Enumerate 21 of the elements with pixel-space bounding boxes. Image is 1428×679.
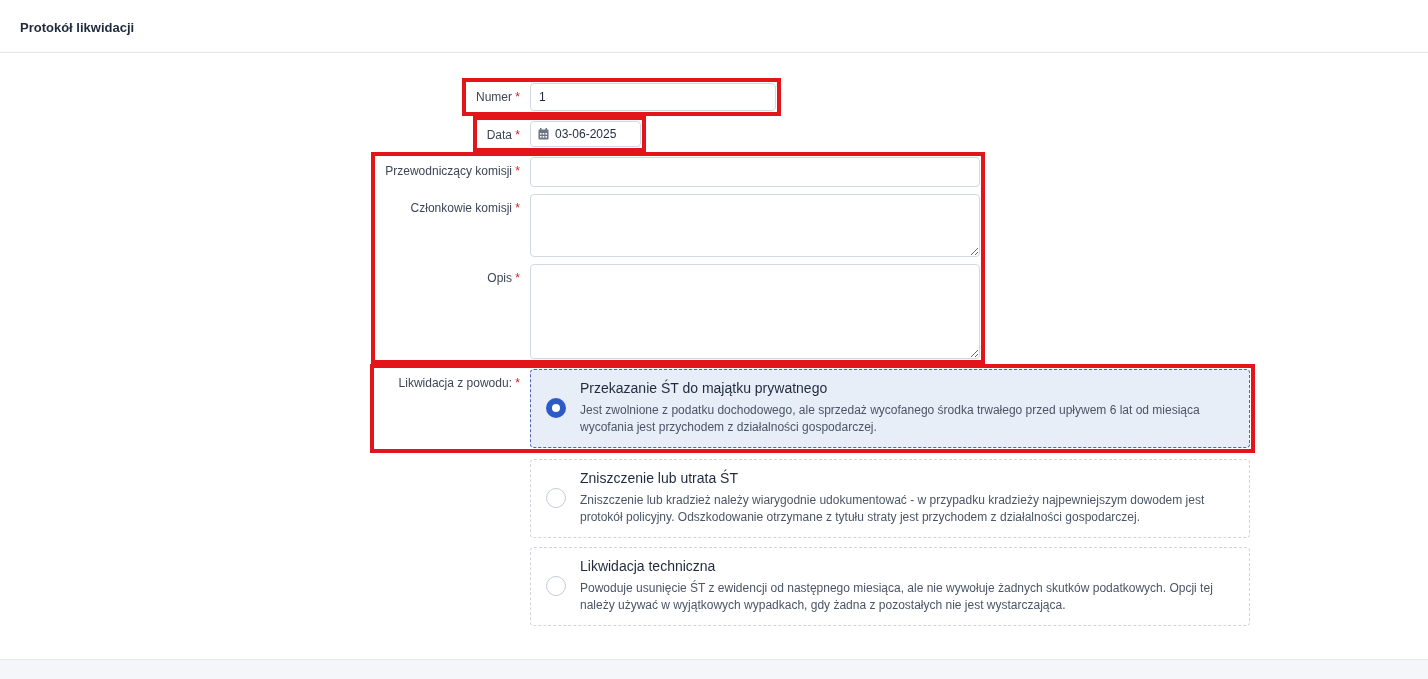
- radio-button[interactable]: [546, 398, 566, 418]
- option-title: Zniszczenie lub utrata ŚT: [580, 470, 739, 486]
- option-description: Powoduje usunięcie ŚT z ewidencji od następnego miesiąca, ale nie wywołuje żadnych skutków podatkowych. Opcji tej należy używać w wyjątkowych wypadkach, gdy żadna z pozostałych nie jest wystarczająca.: [580, 580, 1214, 614]
- field-label: Data *: [486, 127, 520, 142]
- field-label: Przewodniczący komisji *: [385, 163, 520, 178]
- date-field[interactable]: 03-06-2025: [530, 121, 641, 147]
- option-description: Zniszczenie lub kradzież należy wiarygodnie udokumentować - w przypadku kradzieży najpewniejszym dowodem jest protokół policyjny. Odszkodowanie otrzymane z tytułu straty jest przychodem z działalności gospodarczej.: [580, 492, 1206, 526]
- field-label: Numer *: [475, 89, 520, 104]
- input-field[interactable]: [530, 157, 980, 187]
- option-title: Likwidacja techniczna: [580, 558, 717, 574]
- option-title: Przekazanie ŚT do majątku prywatnego: [580, 380, 829, 396]
- calendar-icon: [538, 128, 549, 140]
- field-label: Likwidacja z powodu: *: [397, 375, 520, 390]
- text-area[interactable]: [530, 264, 980, 359]
- field-label: Opis *: [486, 270, 520, 285]
- input-field[interactable]: 1: [530, 83, 776, 111]
- page-title: Protokół likwidacji: [20, 20, 135, 35]
- option-description: Jest zwolnione z podatku dochodowego, ale sprzedaż wycofanego środka trwałego przed upływem 6 lat od miesiąca wycofania jest przychodem z działalności gospodarczej.: [580, 402, 1201, 436]
- field-label: Członkowie komisji *: [409, 200, 520, 215]
- text-area[interactable]: [530, 194, 980, 257]
- radio-option[interactable]: [530, 369, 1250, 448]
